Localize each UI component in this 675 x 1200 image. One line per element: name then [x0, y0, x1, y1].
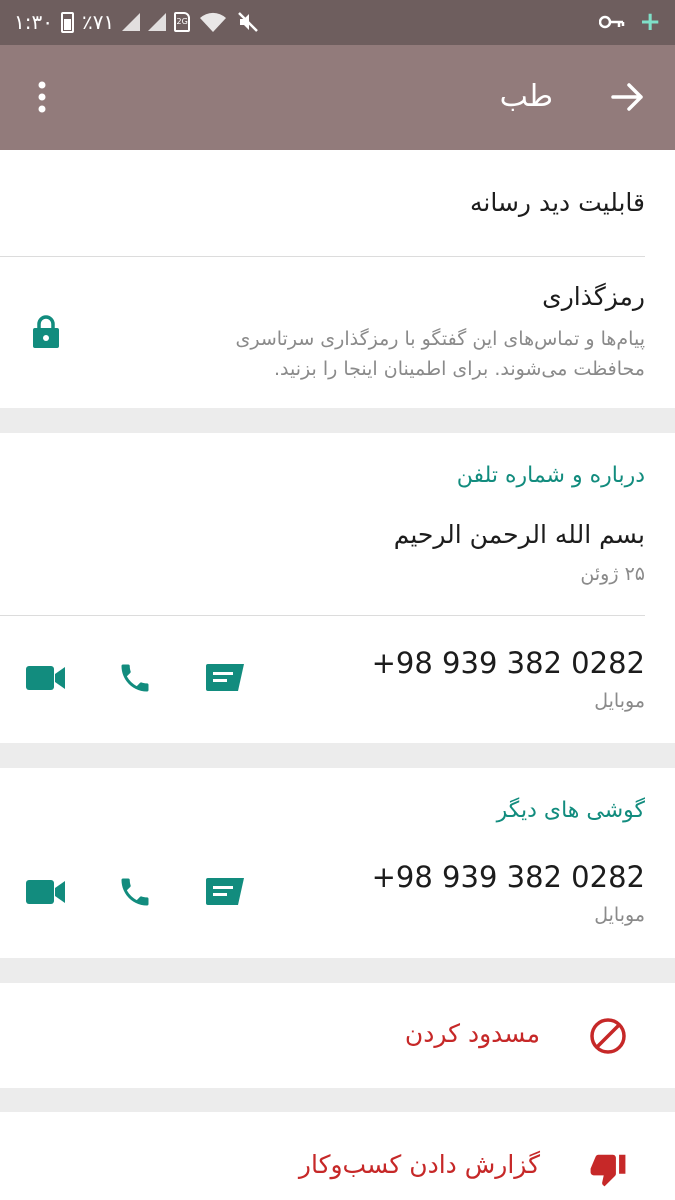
- other-phones-section-title: گوشی های دیگر: [496, 798, 645, 823]
- app-bar: طب: [0, 45, 675, 150]
- other-phones-card: گوشی های دیگر +98 939 382 0282 موبایل: [0, 768, 675, 958]
- encryption-description-line1: پیام‌ها و تماس‌های این گفتگو با رمزگذاری…: [235, 328, 645, 350]
- phone-type: موبایل: [594, 690, 645, 712]
- signal-icon: [122, 13, 141, 31]
- message-icon[interactable]: [204, 662, 246, 694]
- about-section-title: درباره و شماره تلفن: [456, 463, 645, 488]
- settings-card: قابلیت دید رسانه رمزگذاری پیام‌ها و تماس…: [0, 150, 675, 408]
- encryption-title: رمزگذاری: [542, 282, 645, 311]
- report-label: گزارش دادن کسب‌وکار: [298, 1150, 540, 1179]
- report-business-item[interactable]: گزارش دادن کسب‌وکار: [0, 1112, 675, 1200]
- voice-call-icon[interactable]: [117, 660, 153, 696]
- lock-icon: [33, 315, 59, 348]
- phone-row[interactable]: +98 939 382 0282 موبایل: [0, 616, 675, 743]
- message-icon[interactable]: [204, 876, 246, 908]
- status-bar-right: +: [599, 7, 661, 37]
- page-title: طب: [499, 79, 553, 114]
- block-item[interactable]: مسدود کردن: [0, 983, 675, 1088]
- mute-icon: [238, 12, 259, 32]
- back-arrow-icon[interactable]: [609, 79, 645, 115]
- status-bar-left: ۱:۳۰ ٪۷۱ 2G: [14, 8, 260, 36]
- thumbs-down-icon: [590, 1154, 626, 1187]
- video-call-icon[interactable]: [25, 878, 67, 906]
- vpn-key-icon: [599, 15, 625, 29]
- phone-number: +98 939 382 0282: [371, 860, 645, 894]
- wifi-icon: [200, 12, 227, 32]
- battery-icon: [60, 11, 74, 33]
- about-status[interactable]: بسم الله الرحمن الرحیم: [394, 520, 645, 549]
- status-time: ۱:۳۰: [14, 10, 53, 34]
- video-call-icon[interactable]: [25, 664, 67, 692]
- phone-row[interactable]: +98 939 382 0282 موبایل: [0, 830, 675, 958]
- status-bar: ۱:۳۰ ٪۷۱ 2G +: [0, 0, 675, 45]
- sim-icon: 2G: [174, 12, 191, 32]
- battery-percent: ٪۷۱: [81, 10, 115, 34]
- block-icon: [590, 1018, 626, 1054]
- more-options-icon[interactable]: [30, 79, 54, 115]
- about-phone-card: درباره و شماره تلفن بسم الله الرحمن الرح…: [0, 433, 675, 743]
- phone-type: موبایل: [594, 904, 645, 926]
- voice-call-icon[interactable]: [117, 874, 153, 910]
- block-label: مسدود کردن: [404, 1019, 540, 1048]
- encryption-description-line2: محافظت می‌شوند. برای اطمینان اینجا را بز…: [274, 358, 645, 380]
- plus-icon: +: [639, 7, 661, 37]
- signal-icon-2: [148, 13, 167, 31]
- phone-number: +98 939 382 0282: [371, 646, 645, 680]
- media-visibility-item[interactable]: قابلیت دید رسانه: [470, 188, 645, 217]
- encryption-item[interactable]: رمزگذاری پیام‌ها و تماس‌های این گفتگو با…: [0, 257, 675, 408]
- about-status-date: ۲۵ ژوئن: [580, 563, 645, 585]
